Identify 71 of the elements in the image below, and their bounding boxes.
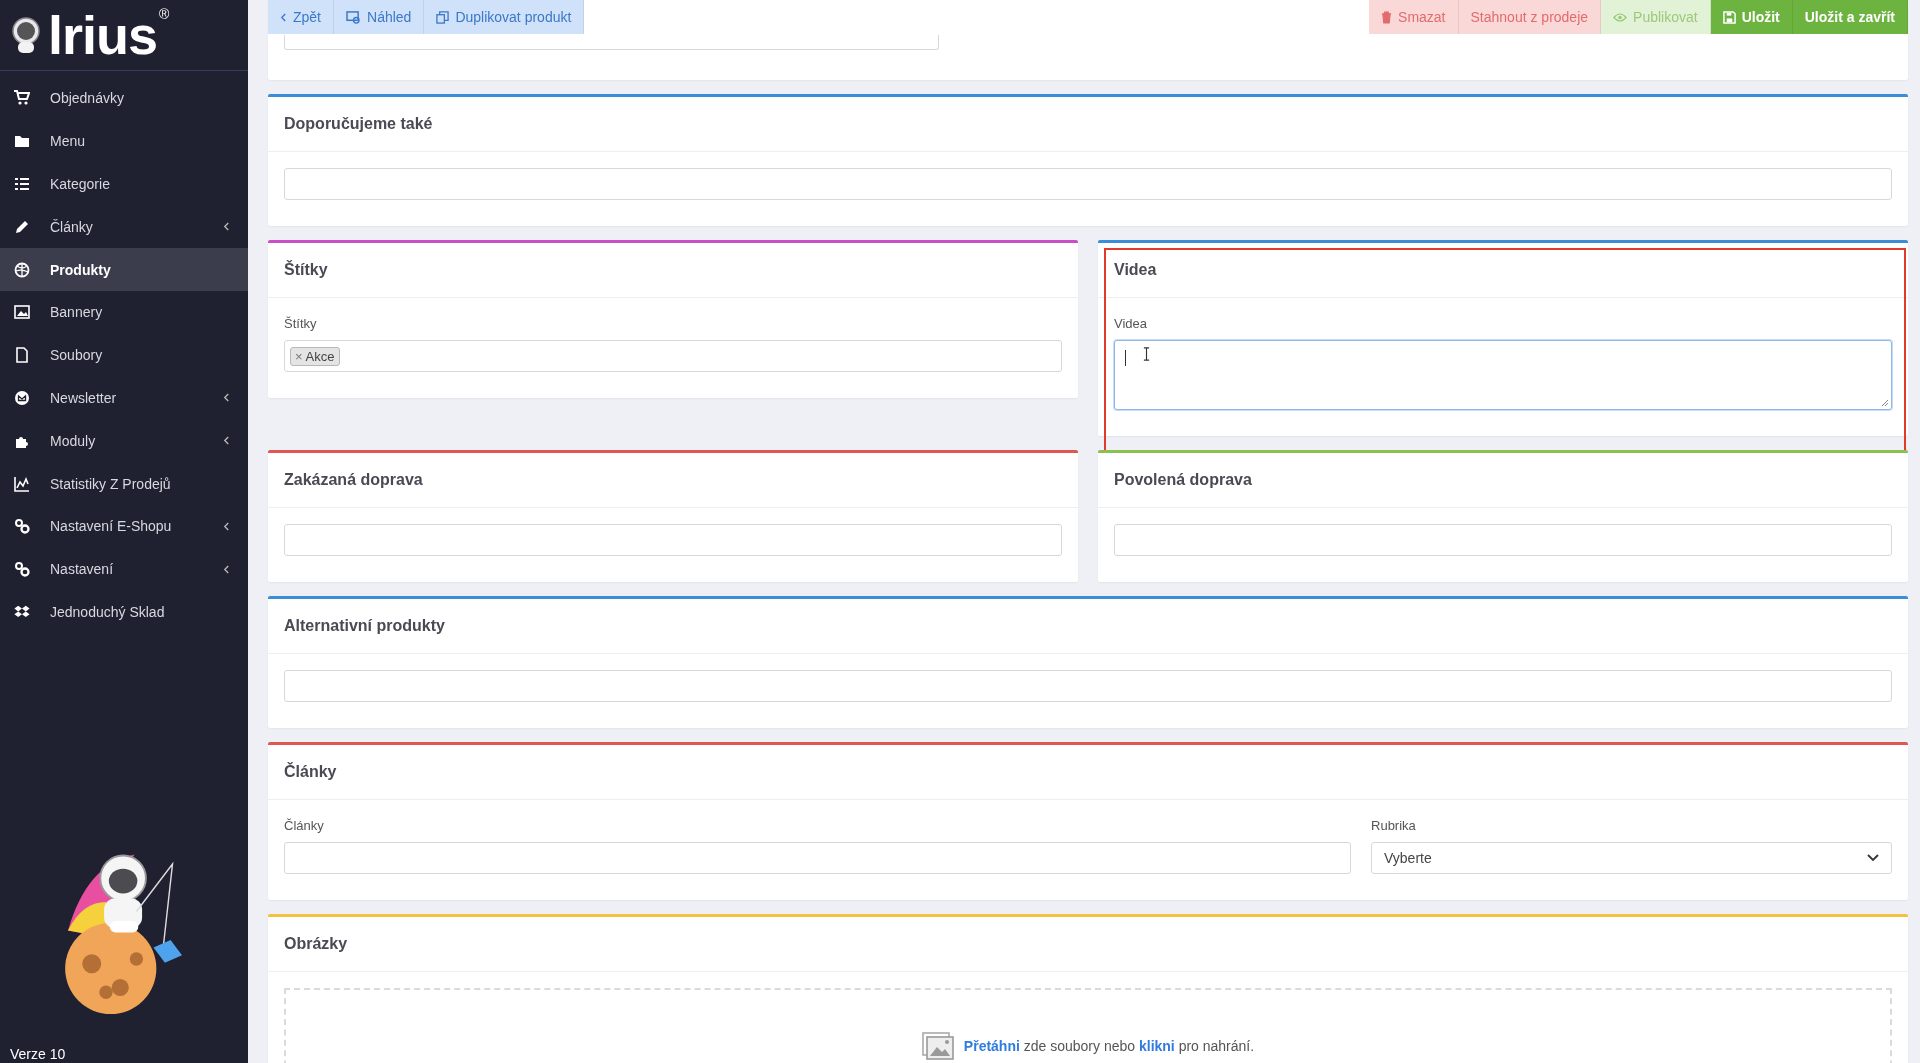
card-title: Zakázaná doprava xyxy=(284,471,423,489)
chart-icon xyxy=(14,475,30,492)
sidebar-item[interactable]: Moduly xyxy=(0,419,248,463)
field-label: Videa xyxy=(1114,315,1148,333)
card-title: Videa xyxy=(1114,261,1157,279)
duplicate-button[interactable]: Duplikovat produkt xyxy=(424,0,585,34)
image-icon xyxy=(14,304,30,321)
registered-mark: ® xyxy=(159,6,170,22)
sidebar-item[interactable]: Newsletter xyxy=(0,376,248,420)
card-title: Doporučujeme také xyxy=(284,115,433,133)
sidebar-item[interactable]: Kategorie xyxy=(0,162,248,206)
upload-dropzone[interactable]: Přetáhni zde soubory nebo klikni pro nahrání. xyxy=(284,988,1892,1063)
copy-icon xyxy=(436,10,450,24)
pencil-icon xyxy=(14,218,30,235)
chevron-left-icon xyxy=(280,12,287,22)
boxes-icon xyxy=(14,603,30,620)
image-icon xyxy=(921,1032,954,1060)
resize-grip-icon xyxy=(1881,399,1889,407)
file-icon xyxy=(14,347,30,364)
sidebar-item[interactable]: Objednávky xyxy=(0,77,248,120)
sidebar-item[interactable]: Nastavení xyxy=(0,547,248,591)
chevron-icon xyxy=(223,222,230,232)
tags-field[interactable]: × Akce xyxy=(284,340,1062,372)
eye-icon xyxy=(1613,12,1628,22)
chevron-icon xyxy=(223,393,230,403)
input-field[interactable] xyxy=(284,35,939,50)
tag-text: Akce xyxy=(305,348,335,364)
sidebar-item[interactable]: Bannery xyxy=(0,291,248,334)
sidebar-item[interactable]: Články xyxy=(0,205,248,249)
chevron-icon xyxy=(223,436,230,446)
gears-icon xyxy=(14,561,30,578)
cart-icon xyxy=(14,90,30,107)
text-cursor-icon xyxy=(1143,347,1150,361)
list-icon xyxy=(14,176,30,192)
sidebar-item[interactable]: Soubory xyxy=(0,333,248,377)
envelope-icon xyxy=(14,389,30,406)
text-area[interactable] xyxy=(1114,340,1892,410)
chevron-down-icon xyxy=(1867,854,1879,862)
card-title: Povolená doprava xyxy=(1114,471,1252,489)
input-field[interactable] xyxy=(284,842,1351,874)
input-field[interactable] xyxy=(284,524,1062,556)
chevron-icon xyxy=(223,521,230,531)
input-field[interactable] xyxy=(284,670,1892,702)
upload-link[interactable]: Přetáhni xyxy=(963,1038,1020,1054)
select-field[interactable]: Vyberte xyxy=(1371,842,1892,874)
chevron-icon xyxy=(223,564,230,574)
card-title: Články xyxy=(284,763,337,781)
card-title: Obrázky xyxy=(284,935,348,953)
sidebar-item[interactable]: Nastavení E-Shopu xyxy=(0,504,248,548)
field-label: Rubrika xyxy=(1371,817,1417,835)
folder-icon xyxy=(14,133,30,150)
upload-link[interactable]: klikni xyxy=(1138,1038,1175,1054)
trash-icon xyxy=(1381,10,1393,24)
field-label: Články xyxy=(284,817,325,835)
gears-icon xyxy=(14,518,30,535)
save-icon xyxy=(1722,10,1736,24)
logo-text: lrius xyxy=(48,8,158,62)
monitor-icon xyxy=(346,10,361,24)
remove-tag-button[interactable]: × xyxy=(295,348,303,364)
sidebar-item[interactable]: Produkty xyxy=(0,248,248,291)
sidebar-item[interactable]: Jednoduchý Sklad xyxy=(0,590,248,634)
version-label: Verze 10 xyxy=(10,1046,67,1063)
input-field[interactable] xyxy=(1114,524,1892,556)
card-title: Štítky xyxy=(284,261,328,279)
field-label: Štítky xyxy=(284,315,318,333)
input-field[interactable] xyxy=(284,168,1892,200)
sidebar-item[interactable]: Menu xyxy=(0,119,248,163)
ball-icon xyxy=(14,261,30,278)
card-title: Alternativní produkty xyxy=(284,617,445,635)
sidebar-item[interactable]: Statistiky Z Prodejů xyxy=(0,462,248,505)
upload-hint: Přetáhni zde soubory nebo klikni pro nahrání. xyxy=(963,1038,1255,1054)
